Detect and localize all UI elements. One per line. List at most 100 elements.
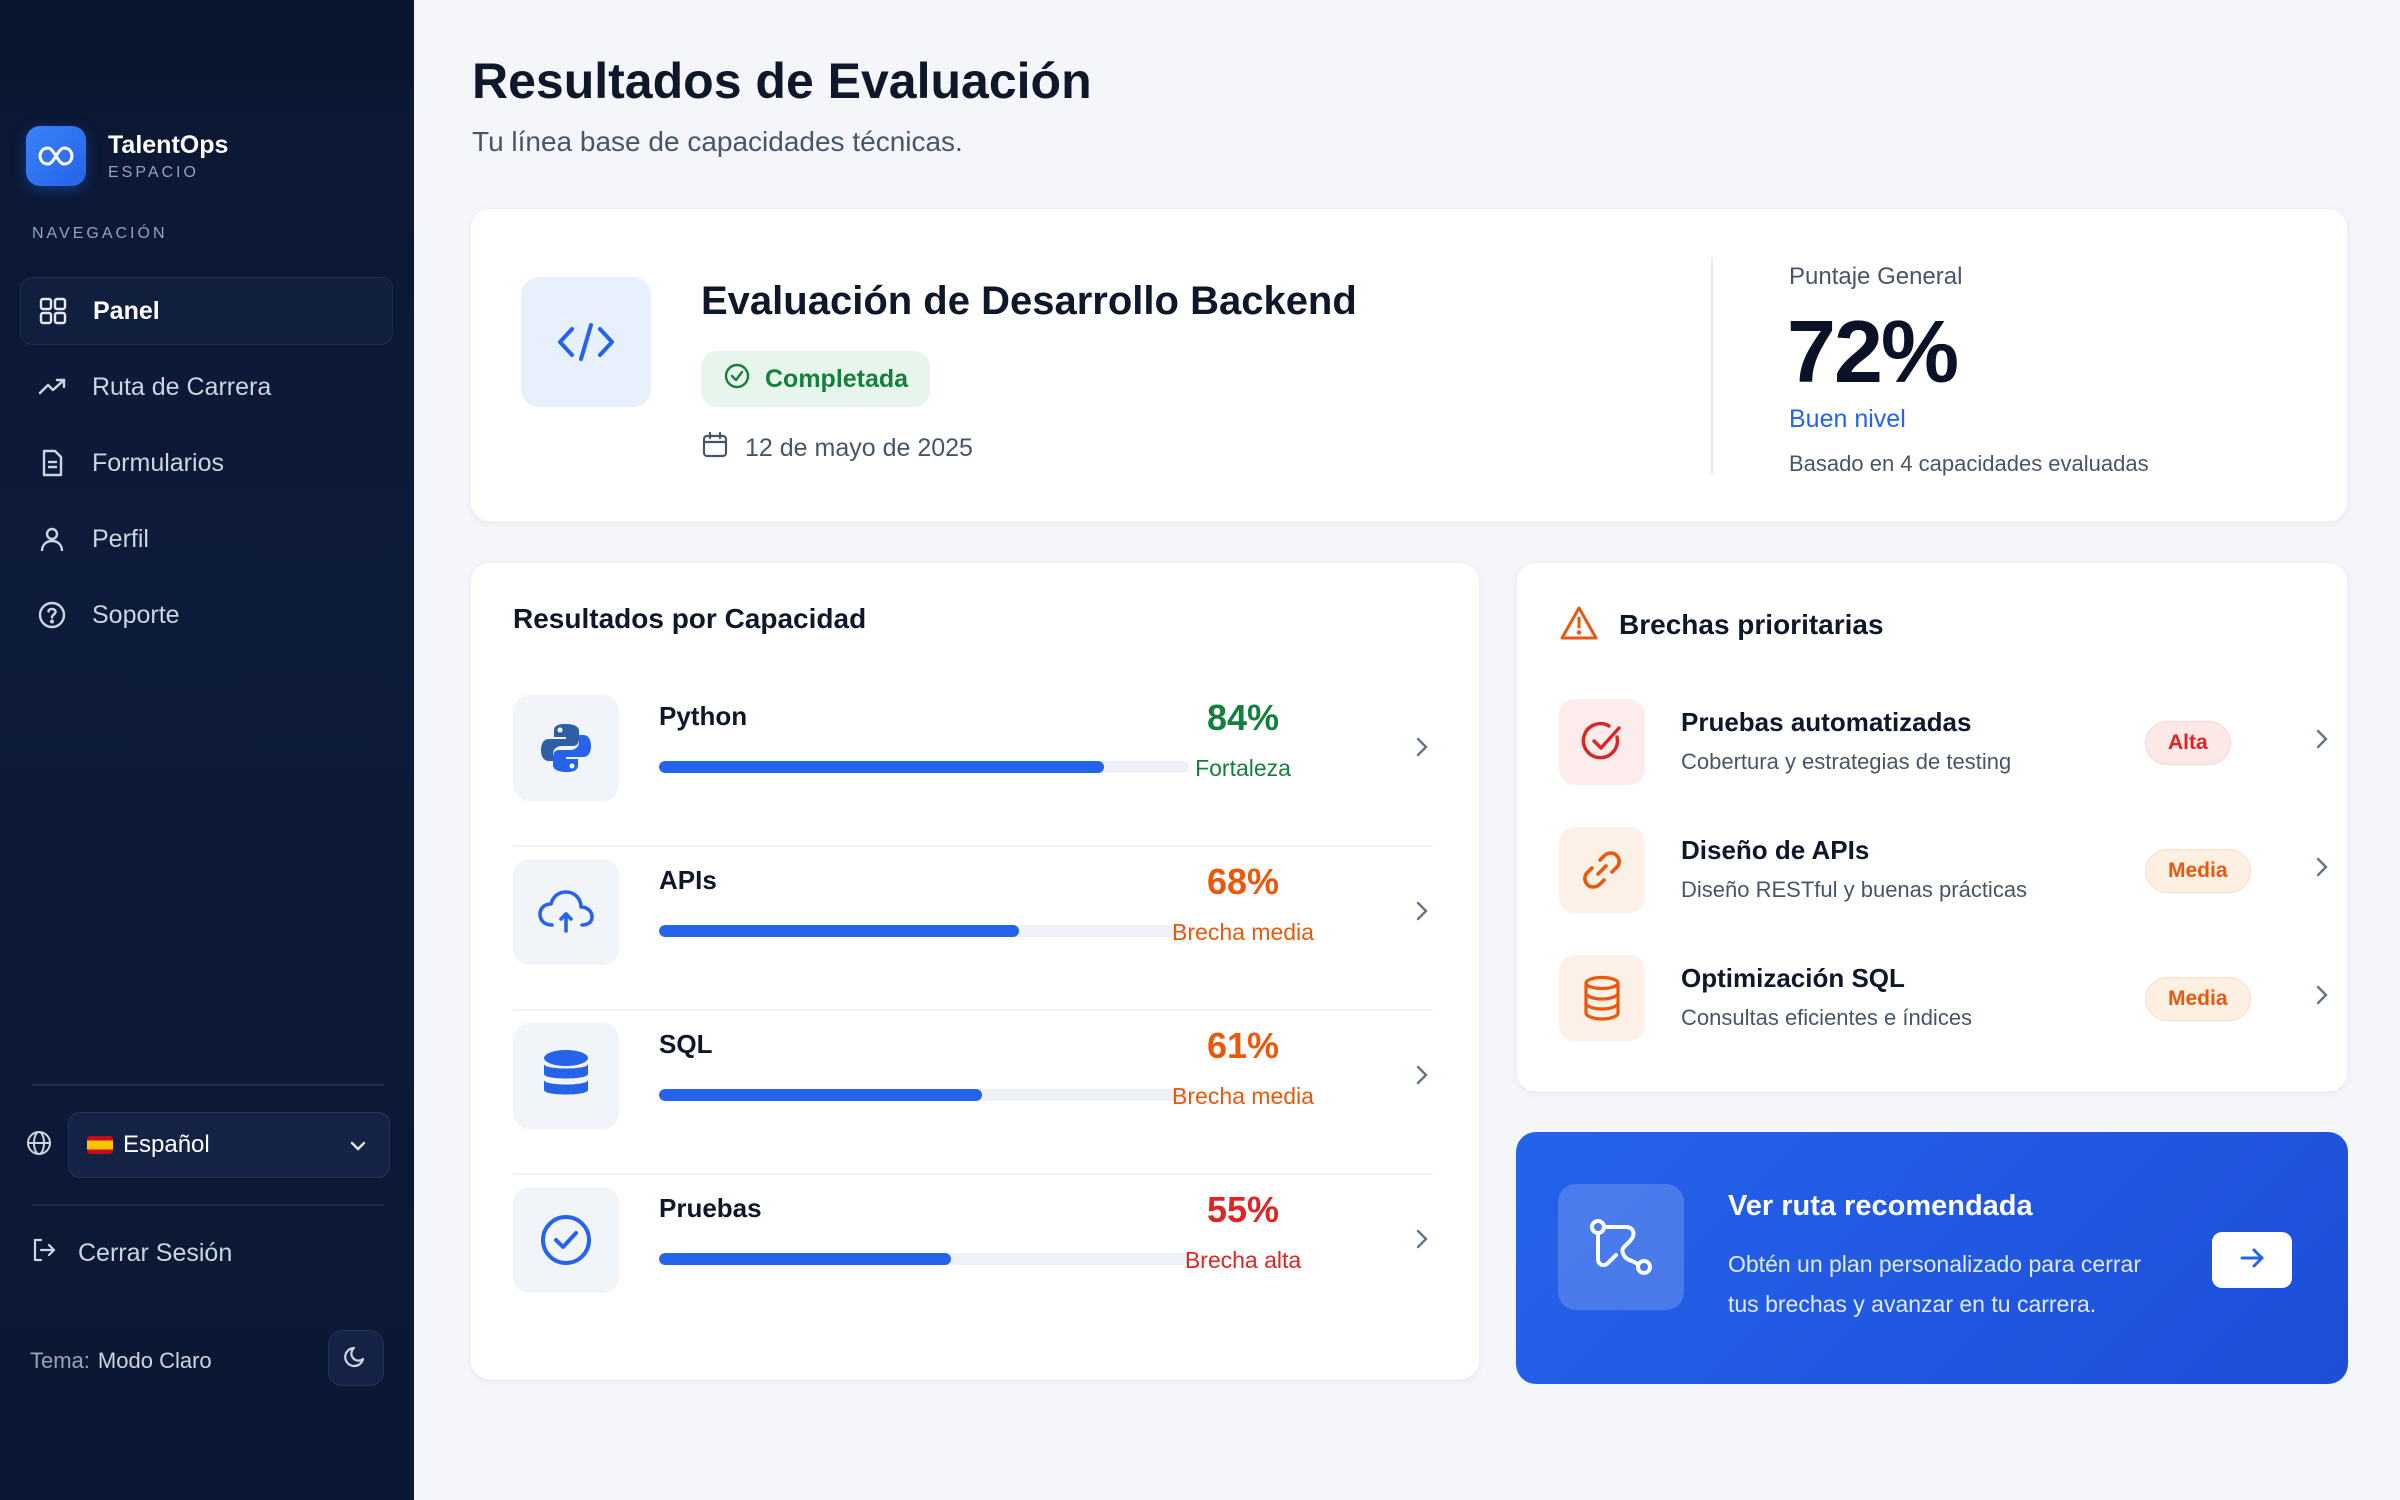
cta-title: Ver ruta recomendada	[1728, 1190, 2033, 1222]
sidebar-item-label: Panel	[93, 296, 160, 325]
arrow-right-icon	[2238, 1246, 2266, 1275]
progress-fill	[659, 1253, 951, 1265]
sidebar-divider	[32, 1204, 384, 1206]
database-icon	[513, 1023, 619, 1129]
chevron-down-icon	[347, 1135, 369, 1164]
spain-flag-icon	[87, 1136, 113, 1154]
progress-fill	[659, 761, 1105, 773]
sidebar: TalentOps ESPACIO NAVEGACIÓN Panel Ruta …	[0, 0, 414, 1500]
sidebar-item-support[interactable]: Soporte	[20, 581, 393, 649]
hero-divider	[1711, 257, 1713, 475]
sidebar-item-label: Perfil	[92, 524, 149, 553]
brand-subtitle: ESPACIO	[108, 163, 199, 181]
sidebar-item-forms[interactable]: Formularios	[20, 429, 393, 497]
gap-row-api-design[interactable]: Diseño de APIs Diseño RESTful y buenas p…	[1559, 817, 2328, 917]
target-check-icon	[1559, 699, 1645, 785]
capability-status: Brecha media	[1172, 919, 1314, 945]
cloud-icon	[513, 859, 619, 965]
theme-value: Modo Claro	[97, 1348, 212, 1373]
go-to-path-button[interactable]	[2212, 1232, 2292, 1288]
database-icon	[1559, 955, 1645, 1041]
progress-track	[659, 925, 1189, 937]
sidebar-divider	[32, 1084, 384, 1086]
gap-row-automated-tests[interactable]: Pruebas automatizadas Cobertura y estrat…	[1559, 689, 2328, 789]
progress-fill	[659, 925, 1020, 937]
progress-fill	[659, 1089, 983, 1101]
code-icon	[521, 277, 651, 407]
sidebar-item-label: Formularios	[92, 448, 224, 477]
gap-name: Pruebas automatizadas	[1681, 707, 1972, 737]
sidebar-item-panel[interactable]: Panel	[20, 277, 393, 345]
sidebar-item-label: Soporte	[92, 600, 180, 629]
gap-row-sql-optimization[interactable]: Optimización SQL Consultas eficientes e …	[1559, 945, 2328, 1045]
priority-badge: Media	[2145, 849, 2251, 893]
chevron-right-icon	[2311, 725, 2333, 758]
logout-button[interactable]: Cerrar Sesión	[30, 1236, 232, 1271]
capability-name: SQL	[659, 1029, 713, 1059]
chevron-right-icon	[1411, 897, 1433, 930]
theme-toggle-button[interactable]	[328, 1330, 384, 1386]
language-select[interactable]: Español	[68, 1112, 390, 1178]
priority-badge: Alta	[2145, 721, 2231, 765]
page-title: Resultados de Evaluación	[472, 53, 1092, 109]
sidebar-item-profile[interactable]: Perfil	[20, 505, 393, 573]
assessment-date: 12 de mayo de 2025	[701, 431, 973, 466]
priority-gaps-card: Brechas prioritarias Pruebas automatizad…	[1516, 562, 2348, 1092]
date-value: 12 de mayo de 2025	[745, 434, 973, 462]
capability-name: APIs	[659, 865, 717, 895]
python-icon	[513, 695, 619, 801]
status-badge: Completada	[701, 351, 931, 407]
nav-heading: NAVEGACIÓN	[32, 225, 168, 242]
language-value: Español	[123, 1131, 210, 1158]
capability-percent: 68%	[1206, 861, 1280, 902]
recommended-path-card[interactable]: Ver ruta recomendada Obtén un plan perso…	[1516, 1132, 2348, 1384]
link-icon	[1559, 827, 1645, 913]
chevron-right-icon	[1411, 1225, 1433, 1258]
capability-status: Brecha alta	[1184, 1247, 1302, 1273]
capabilities-card: Resultados por Capacidad Python 84% Fort…	[470, 562, 1480, 1380]
capability-status: Brecha media	[1172, 1083, 1314, 1109]
cta-description: Obtén un plan personalizado para cerrar …	[1728, 1251, 2141, 1317]
score-level: Buen nivel	[1789, 405, 1906, 433]
brand[interactable]: TalentOps ESPACIO	[26, 126, 228, 186]
page-subtitle: Tu línea base de capacidades técnicas.	[472, 126, 963, 157]
logout-icon	[30, 1236, 58, 1271]
gap-description: Diseño RESTful y buenas prácticas	[1681, 877, 2028, 902]
theme-label: Tema:	[30, 1348, 90, 1373]
gap-description: Cobertura y estrategias de testing	[1681, 749, 2012, 774]
user-icon	[36, 523, 68, 555]
score-label: Puntaje General	[1789, 263, 1963, 290]
status-label: Completada	[765, 364, 909, 393]
sidebar-top-band	[0, 0, 414, 86]
check-circle-icon	[513, 1187, 619, 1293]
chevron-right-icon	[2311, 853, 2333, 886]
gap-description: Consultas eficientes e índices	[1681, 1005, 1973, 1030]
capability-row-testing[interactable]: Pruebas 55% Brecha alta	[513, 1175, 1433, 1339]
capabilities-title: Resultados por Capacidad	[513, 603, 867, 634]
capability-name: Python	[659, 701, 748, 731]
assessment-title: Evaluación de Desarrollo Backend	[701, 279, 1357, 323]
infinity-logo-icon	[26, 126, 86, 186]
sidebar-nav: Panel Ruta de Carrera Formularios Perfil…	[20, 277, 393, 657]
help-icon	[36, 599, 68, 631]
chevron-right-icon	[1411, 1061, 1433, 1094]
capability-row-python[interactable]: Python 84% Fortaleza	[513, 683, 1433, 847]
sidebar-item-career-path[interactable]: Ruta de Carrera	[20, 353, 393, 421]
chevron-right-icon	[2311, 981, 2333, 1014]
priority-badge: Media	[2145, 977, 2251, 1021]
progress-track	[659, 761, 1189, 773]
capability-row-apis[interactable]: APIs 68% Brecha media	[513, 847, 1433, 1011]
overall-score: 72%	[1787, 302, 1959, 401]
gap-name: Optimización SQL	[1681, 963, 1905, 993]
route-map-icon	[1558, 1184, 1684, 1310]
moon-icon	[343, 1343, 369, 1374]
warning-icon	[1559, 605, 1599, 646]
gaps-title: Brechas prioritarias	[1619, 609, 1884, 640]
capability-percent: 61%	[1206, 1025, 1280, 1066]
document-icon	[36, 447, 68, 479]
gap-name: Diseño de APIs	[1681, 835, 1870, 865]
capability-row-sql[interactable]: SQL 61% Brecha media	[513, 1011, 1433, 1175]
brand-name: TalentOps	[108, 130, 229, 159]
capability-percent: 84%	[1206, 697, 1280, 738]
check-circle-icon	[723, 362, 751, 397]
